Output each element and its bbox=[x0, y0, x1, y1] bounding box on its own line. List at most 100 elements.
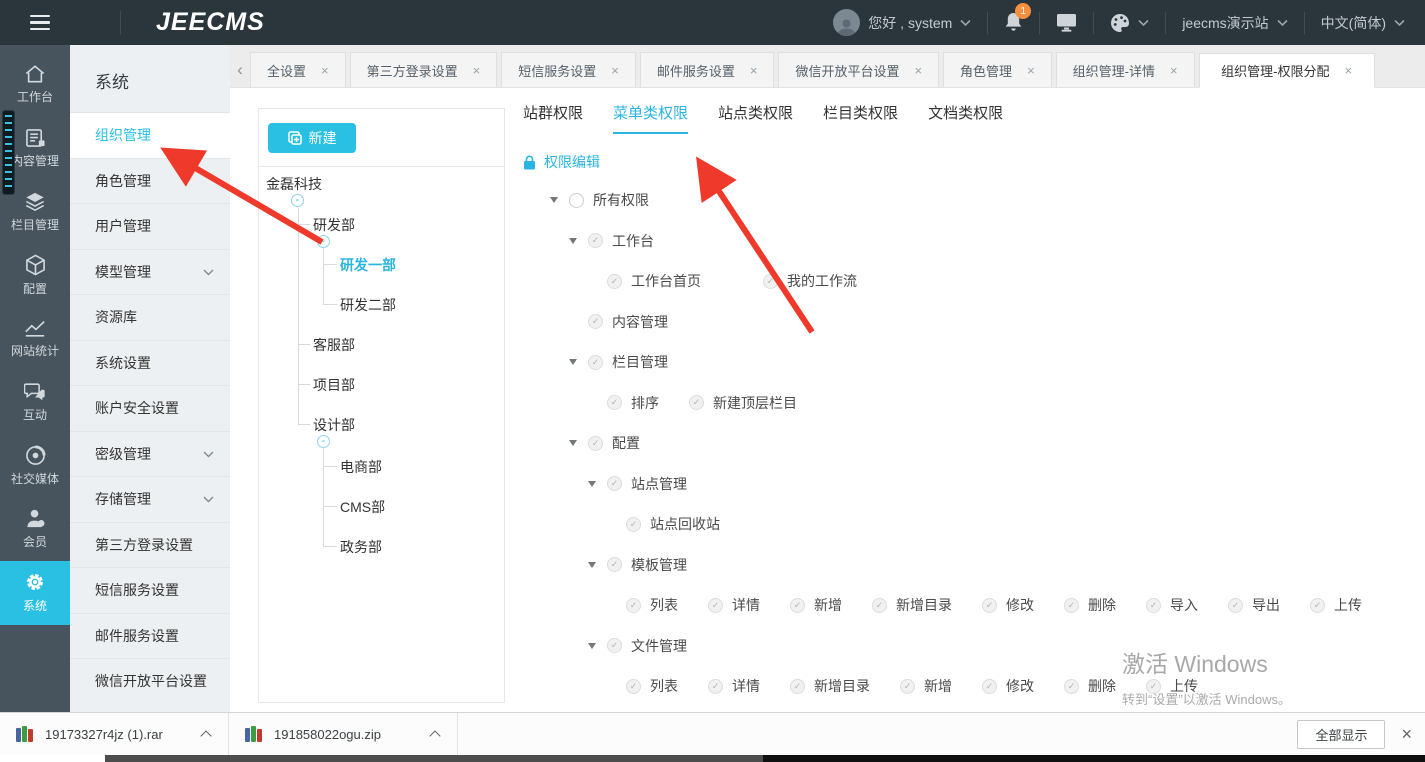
close-icon[interactable]: × bbox=[1170, 63, 1178, 78]
checkbox-checked-icon[interactable] bbox=[607, 638, 622, 654]
tab-settings[interactable]: 全设置 × bbox=[250, 52, 346, 87]
tab-menu-perms[interactable]: 菜单类权限 bbox=[613, 102, 689, 134]
org-node[interactable]: 设计部 bbox=[313, 415, 355, 435]
checkbox-checked-icon[interactable] bbox=[588, 314, 603, 330]
checkbox-checked-icon[interactable] bbox=[607, 395, 622, 411]
close-icon[interactable]: × bbox=[473, 63, 481, 78]
download-item[interactable]: 191858022ogu.zip bbox=[229, 713, 458, 755]
close-icon[interactable]: × bbox=[321, 63, 329, 78]
submenu-item-roles[interactable]: 角色管理 bbox=[70, 157, 230, 204]
tab-roles[interactable]: 角色管理 × bbox=[943, 52, 1052, 87]
sidebar-item-interaction[interactable]: 互动 bbox=[0, 371, 70, 435]
close-icon[interactable]: × bbox=[914, 63, 922, 78]
checkbox-checked-icon[interactable] bbox=[588, 354, 603, 370]
caret-down-icon[interactable] bbox=[569, 440, 577, 447]
checkbox-checked-icon[interactable] bbox=[1310, 597, 1325, 613]
submenu-item-system-settings[interactable]: 系统设置 bbox=[70, 339, 230, 386]
checkbox-checked-icon[interactable] bbox=[689, 395, 704, 411]
tab-category-perms[interactable]: 栏目类权限 bbox=[823, 102, 898, 134]
checkbox-checked-icon[interactable] bbox=[626, 516, 641, 532]
close-icon[interactable]: × bbox=[1344, 63, 1352, 78]
checkbox-checked-icon[interactable] bbox=[1064, 678, 1079, 694]
close-icon[interactable]: × bbox=[750, 63, 758, 78]
tab-org-permission[interactable]: 组织管理-权限分配 × bbox=[1198, 53, 1375, 88]
checkbox-checked-icon[interactable] bbox=[626, 678, 641, 694]
checkbox-checked-icon[interactable] bbox=[607, 476, 622, 492]
checkbox-checked-icon[interactable] bbox=[1228, 597, 1243, 613]
checkbox-checked-icon[interactable] bbox=[982, 597, 997, 613]
tab-scroll-left-icon[interactable]: ‹ bbox=[230, 52, 250, 87]
org-node[interactable]: 客服部 bbox=[313, 335, 355, 355]
submenu-item-resources[interactable]: 资源库 bbox=[70, 294, 230, 340]
download-item[interactable]: 19173327r4jz (1).rar bbox=[0, 713, 229, 755]
app-logo[interactable]: JEECMS bbox=[156, 8, 265, 37]
tab-wechat-platform[interactable]: 微信开放平台设置 × bbox=[778, 52, 940, 87]
tab-site-perms[interactable]: 站点类权限 bbox=[718, 102, 793, 134]
org-node[interactable]: 研发二部 bbox=[340, 295, 396, 315]
checkbox-checked-icon[interactable] bbox=[1064, 597, 1079, 613]
submenu-item-account-security[interactable]: 账户安全设置 bbox=[70, 385, 230, 431]
submenu-item-org[interactable]: 组织管理 bbox=[70, 112, 230, 158]
caret-down-icon[interactable] bbox=[588, 480, 596, 487]
tab-email[interactable]: 邮件服务设置 × bbox=[639, 52, 775, 87]
org-node-selected[interactable]: 研发一部 bbox=[340, 255, 396, 275]
submenu-item-secrecy[interactable]: 密级管理 bbox=[70, 430, 230, 477]
radio-unchecked-icon[interactable] bbox=[569, 192, 584, 208]
caret-down-icon[interactable] bbox=[550, 197, 558, 204]
show-all-downloads-button[interactable]: 全部显示 bbox=[1297, 719, 1386, 749]
chevron-up-icon[interactable] bbox=[429, 729, 441, 742]
checkbox-checked-icon[interactable] bbox=[1146, 678, 1161, 694]
checkbox-checked-icon[interactable] bbox=[872, 597, 887, 613]
checkbox-checked-icon[interactable] bbox=[588, 435, 603, 451]
sidebar-item-members[interactable]: 会员 bbox=[0, 498, 70, 562]
caret-down-icon[interactable] bbox=[588, 561, 596, 568]
org-node-root[interactable]: 金磊科技 bbox=[266, 174, 322, 194]
submenu-item-wechat-platform[interactable]: 微信开放平台设置 bbox=[70, 658, 230, 704]
caret-down-icon[interactable] bbox=[569, 237, 577, 244]
permission-edit-link[interactable]: 权限编辑 bbox=[523, 152, 1425, 172]
close-icon[interactable]: × bbox=[611, 63, 619, 78]
tab-document-perms[interactable]: 文档类权限 bbox=[928, 102, 1003, 134]
collapse-icon[interactable] bbox=[317, 235, 330, 248]
checkbox-checked-icon[interactable] bbox=[982, 678, 997, 694]
checkbox-checked-icon[interactable] bbox=[607, 557, 622, 573]
tab-sms[interactable]: 短信服务设置 × bbox=[501, 52, 636, 87]
sidebar-item-statistics[interactable]: 网站统计 bbox=[0, 307, 70, 371]
org-node[interactable]: 项目部 bbox=[313, 375, 355, 395]
submenu-item-users[interactable]: 用户管理 bbox=[70, 203, 230, 249]
checkbox-checked-icon[interactable] bbox=[1146, 597, 1161, 613]
tab-thirdparty-login[interactable]: 第三方登录设置 × bbox=[349, 52, 498, 87]
user-menu[interactable]: 您好 , system bbox=[833, 9, 971, 36]
tab-sitegroup-perms[interactable]: 站群权限 bbox=[523, 102, 583, 134]
screen-button[interactable] bbox=[1056, 13, 1077, 32]
org-node[interactable]: CMS部 bbox=[340, 497, 385, 517]
tab-org-detail[interactable]: 组织管理-详情 × bbox=[1055, 52, 1195, 87]
org-node[interactable]: 政务部 bbox=[340, 537, 382, 557]
sidebar-item-system[interactable]: 系统 bbox=[0, 561, 70, 625]
checkbox-checked-icon[interactable] bbox=[626, 597, 641, 613]
sidebar-item-workbench[interactable]: 工作台 bbox=[0, 53, 70, 117]
checkbox-checked-icon[interactable] bbox=[588, 233, 603, 249]
submenu-item-storage[interactable]: 存储管理 bbox=[70, 476, 230, 522]
org-node[interactable]: 电商部 bbox=[340, 457, 382, 477]
checkbox-checked-icon[interactable] bbox=[763, 273, 778, 289]
submenu-item-thirdparty-login[interactable]: 第三方登录设置 bbox=[70, 521, 230, 568]
collapse-icon[interactable] bbox=[291, 194, 304, 207]
new-button[interactable]: 新建 bbox=[268, 123, 356, 153]
notifications-button[interactable]: 1 bbox=[1004, 3, 1032, 33]
close-downloads-icon[interactable]: × bbox=[1401, 725, 1412, 743]
collapse-icon[interactable] bbox=[317, 435, 330, 448]
close-icon[interactable]: × bbox=[1027, 63, 1035, 78]
sidebar-item-config[interactable]: 配置 bbox=[0, 244, 70, 308]
checkbox-checked-icon[interactable] bbox=[790, 597, 805, 613]
submenu-item-models[interactable]: 模型管理 bbox=[70, 248, 230, 295]
checkbox-checked-icon[interactable] bbox=[708, 597, 723, 613]
site-switcher[interactable]: jeecms演示站 bbox=[1182, 13, 1288, 33]
caret-down-icon[interactable] bbox=[588, 642, 596, 649]
checkbox-checked-icon[interactable] bbox=[790, 678, 805, 694]
language-switcher[interactable]: 中文(简体) bbox=[1321, 13, 1405, 33]
checkbox-checked-icon[interactable] bbox=[708, 678, 723, 694]
menu-toggle-icon[interactable] bbox=[30, 14, 50, 31]
submenu-item-sms[interactable]: 短信服务设置 bbox=[70, 567, 230, 613]
theme-button[interactable] bbox=[1110, 13, 1149, 33]
